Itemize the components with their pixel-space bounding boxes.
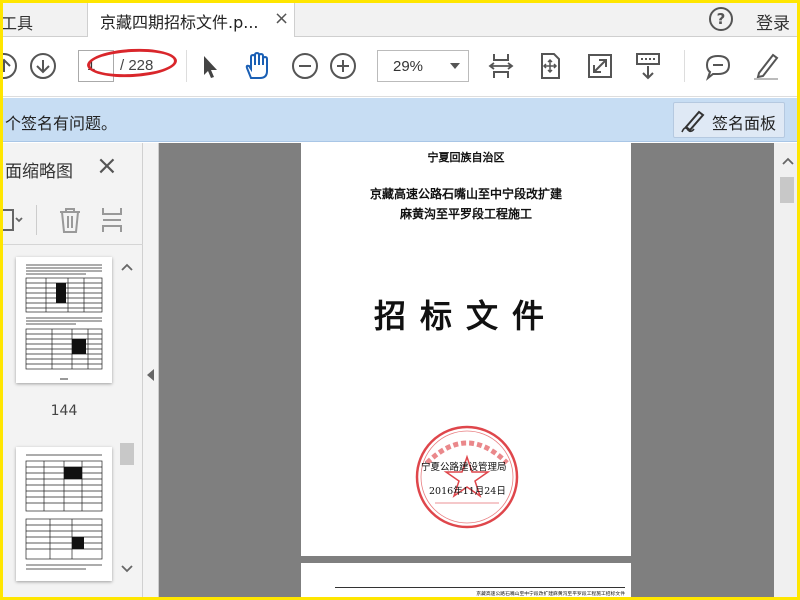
signature-message: 个签名有问题。 — [5, 114, 118, 133]
page-number-input[interactable]: 1 — [78, 50, 114, 82]
page-thumbnail[interactable] — [16, 447, 112, 581]
zoom-select[interactable]: 29% — [377, 50, 469, 82]
help-icon[interactable]: ? — [709, 7, 733, 31]
tools-tab[interactable]: 工具 — [3, 10, 33, 34]
panel-splitter[interactable] — [143, 143, 159, 597]
issuer-name: 宁夏公路建设管理局 — [421, 462, 507, 473]
previous-page-icon[interactable] — [0, 51, 19, 81]
signature-panel-button[interactable]: 签名面板 — [673, 102, 785, 138]
document-title: 招标文件 — [373, 297, 558, 335]
full-screen-icon[interactable] — [585, 51, 615, 81]
thumbnail-toolbar — [3, 195, 143, 245]
login-button[interactable]: 登录 — [756, 9, 790, 34]
region-heading: 宁夏回族自治区 — [427, 151, 505, 164]
toolbar-divider — [684, 50, 685, 82]
next-page-icon[interactable] — [28, 51, 58, 81]
document-tab[interactable]: 京藏四期招标文件.p... × — [87, 3, 295, 37]
comment-icon[interactable] — [703, 51, 733, 81]
signature-banner: 个签名有问题。 签名面板 — [3, 98, 797, 142]
page-thumbnail-preview — [25, 264, 103, 380]
page-thumbnail[interactable] — [16, 257, 112, 383]
scroll-up-icon[interactable] — [121, 263, 133, 271]
fit-page-icon[interactable] — [535, 51, 565, 81]
scroll-down-icon[interactable] — [121, 565, 133, 573]
document-page: 宁夏回族自治区 京藏高速公路石嘴山至中宁段改扩建 麻黄沟至平罗段工程施工 招标文… — [301, 143, 631, 556]
chevron-down-icon — [450, 63, 460, 69]
scroll-up-icon[interactable] — [782, 157, 794, 165]
thumbnail-page-number: 144 — [50, 403, 78, 419]
page-thumbnail-preview — [25, 454, 103, 570]
toolbar: 1 / 228 29% — [0, 37, 797, 97]
scrollbar-thumb[interactable] — [120, 443, 134, 465]
page-total: / 228 — [120, 57, 154, 74]
official-seal-icon — [415, 425, 519, 529]
project-name-line1: 京藏高速公路石嘴山至中宁段改扩建 — [369, 187, 562, 201]
issue-date: 2016年11月24日 — [429, 486, 506, 497]
zoom-value: 29% — [393, 58, 424, 75]
select-cursor-icon[interactable] — [195, 51, 225, 81]
options-dropdown-icon[interactable] — [0, 207, 23, 233]
collapse-panel-icon[interactable] — [147, 369, 154, 381]
zoom-out-icon[interactable] — [290, 51, 320, 81]
scroll-mode-icon[interactable] — [633, 51, 663, 81]
scrollbar-thumb[interactable] — [780, 177, 794, 203]
app-window: 工具 京藏四期招标文件.p... × ? 登录 1 / 228 29% 个签名有… — [0, 0, 800, 600]
document-scrollbar[interactable] — [774, 143, 797, 597]
signature-panel-label: 签名面板 — [712, 114, 777, 133]
signature-pen-icon — [681, 110, 705, 133]
project-name-line2: 麻黄沟至平罗段工程施工 — [399, 207, 532, 221]
zoom-in-icon[interactable] — [328, 51, 358, 81]
toolbar-divider — [36, 205, 37, 235]
insert-page-icon[interactable] — [99, 206, 125, 234]
thumbnails-panel-title: 面缩略图 — [5, 162, 73, 182]
document-tab-title: 京藏四期招标文件.p... — [100, 13, 259, 32]
document-page: 京藏高速公路石嘴山至中宁段改扩建麻黄沟至平罗段工程施工招标文件 — [301, 563, 631, 597]
delete-page-icon[interactable] — [57, 206, 83, 234]
close-panel-icon[interactable]: × — [96, 151, 118, 181]
toolbar-divider — [186, 50, 187, 82]
hand-tool-icon[interactable] — [241, 51, 271, 81]
sign-pen-icon[interactable] — [751, 51, 781, 81]
fit-width-icon[interactable] — [486, 51, 516, 81]
tab-bar: 工具 京藏四期招标文件.p... × ? 登录 — [3, 3, 797, 37]
thumbnail-scrollbar[interactable] — [117, 247, 137, 597]
close-tab-icon[interactable]: × — [274, 8, 289, 29]
page-running-header: 京藏高速公路石嘴山至中宁段改扩建麻黄沟至平罗段工程施工招标文件 — [335, 587, 625, 597]
thumbnail-list: 144 — [3, 247, 117, 597]
document-viewer[interactable]: 宁夏回族自治区 京藏高速公路石嘴山至中宁段改扩建 麻黄沟至平罗段工程施工 招标文… — [159, 143, 774, 597]
thumbnails-panel: 面缩略图 × 144 — [3, 143, 143, 597]
